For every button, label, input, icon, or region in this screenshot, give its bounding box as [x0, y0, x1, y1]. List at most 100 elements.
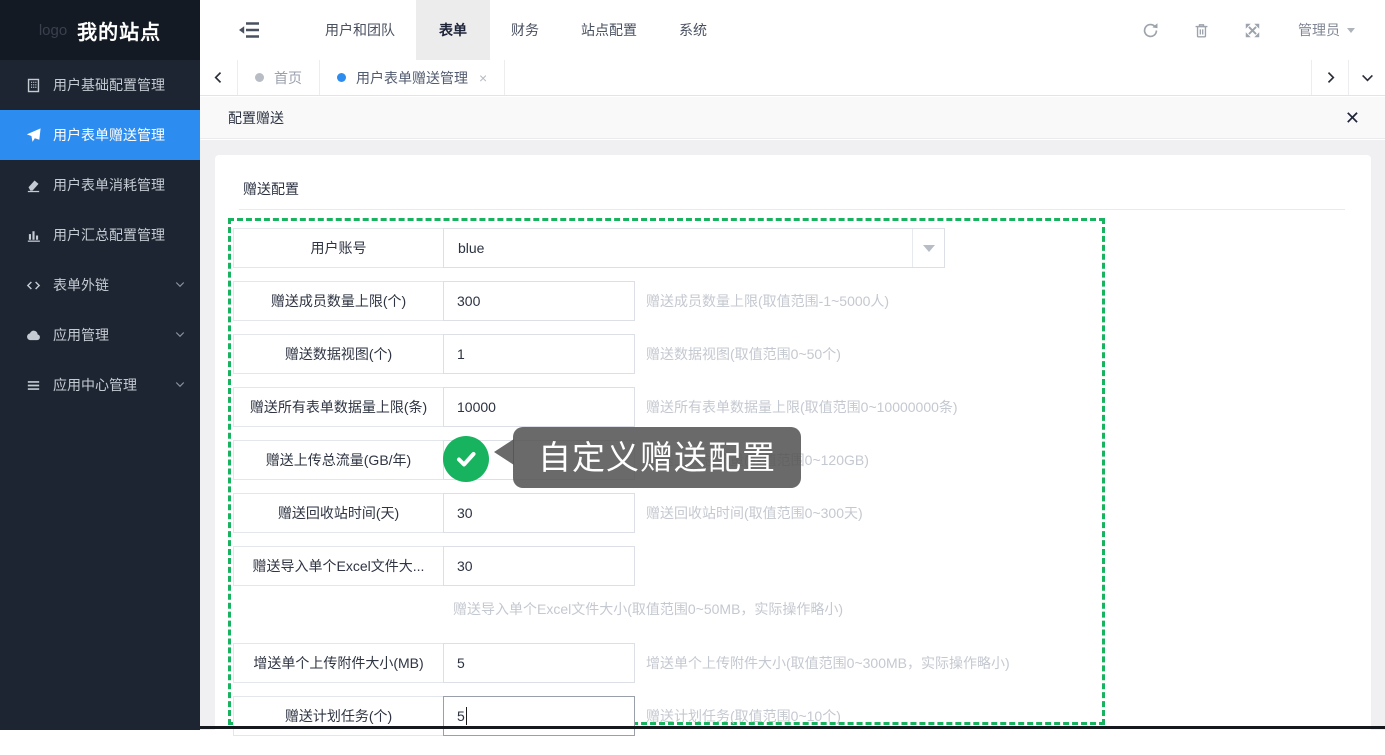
menu-fold-icon[interactable] [238, 18, 262, 42]
panel-title: 赠送配置 [215, 155, 1371, 209]
chevron-down-icon [174, 277, 186, 293]
sidebar-item-2[interactable]: 用户表单赠送管理 [0, 110, 200, 160]
form-row-hint: 赠送所有表单数据量上限(取值范围0~10000000条) [646, 397, 958, 417]
viewport-bottom-edge [200, 726, 1385, 729]
sidebar-item-6[interactable]: 应用管理 [0, 310, 200, 360]
user-account-select[interactable]: blue [443, 228, 945, 268]
sidebar-item-7[interactable]: 应用中心管理 [0, 360, 200, 410]
form-row-6: 赠送回收站时间(天) 赠送回收站时间(取值范围0~300天) [233, 493, 1102, 533]
logo: logo [39, 22, 67, 39]
form-row-input[interactable] [443, 546, 635, 586]
refresh-icon[interactable] [1141, 21, 1160, 40]
list-icon [24, 376, 42, 394]
form-row-hint: 赠送数据视图(取值范围0~50个) [646, 344, 841, 364]
topnav-item-1[interactable]: 用户和团队 [304, 0, 416, 60]
brand-header: logo 我的站点 [0, 0, 200, 60]
form-row-input[interactable] [443, 334, 635, 374]
topnav-item-3[interactable]: 财务 [490, 0, 560, 60]
trash-icon[interactable] [1192, 21, 1211, 40]
top-navbar: 用户和团队表单财务站点配置系统 管理员 [200, 0, 1385, 60]
site-title: 我的站点 [77, 16, 161, 45]
topnav-item-2[interactable]: 表单 [416, 0, 490, 60]
divider [239, 209, 1345, 210]
tabbar-right [1311, 60, 1385, 95]
tooltip-arrow [494, 439, 514, 465]
tab-label: 用户表单赠送管理 [356, 68, 468, 88]
form-row-2: 赠送成员数量上限(个) 赠送成员数量上限(取值范围-1~5000人) [233, 281, 1102, 321]
form-row-label: 赠送导入单个Excel文件大... [233, 546, 443, 586]
sidebar-item-label: 应用管理 [53, 325, 109, 345]
tab-2[interactable]: 用户表单赠送管理 × [320, 60, 505, 95]
building-icon [24, 76, 42, 94]
form-row-label: 增送单个上传附件大小(MB) [233, 643, 443, 683]
tab-1[interactable]: 首页 [238, 60, 320, 95]
form-row-label: 赠送所有表单数据量上限(条) [233, 387, 443, 427]
bar-chart-icon [24, 226, 42, 244]
sidebar-item-label: 用户基础配置管理 [53, 75, 165, 95]
sidebar: 用户基础配置管理用户表单赠送管理用户表单消耗管理用户汇总配置管理表单外链应用管理… [0, 60, 200, 730]
form-row-input[interactable] [443, 696, 635, 736]
form-row-label: 赠送回收站时间(天) [233, 493, 443, 533]
topnav-items: 用户和团队表单财务站点配置系统 [304, 0, 728, 60]
page-title-bar: 配置赠送 ✕ [200, 97, 1385, 139]
paper-plane-icon [24, 126, 42, 144]
open-tabs: 首页 用户表单赠送管理 × [238, 60, 505, 95]
form-row-hint: 赠送成员数量上限(取值范围-1~5000人) [646, 291, 889, 311]
form-row-hint: 赠送计划任务(取值范围0~10个) [646, 706, 841, 726]
tab-status-dot [255, 73, 264, 82]
user-name: 管理员 [1298, 20, 1340, 40]
form-row-input[interactable] [443, 493, 635, 533]
eraser-icon [24, 176, 42, 194]
form-row-label: 赠送成员数量上限(个) [233, 281, 443, 321]
form-row-1: 用户账号blue [233, 228, 1102, 268]
tab-status-dot [337, 73, 346, 82]
chevron-down-icon [174, 377, 186, 393]
sidebar-item-label: 用户表单赠送管理 [53, 125, 165, 145]
sidebar-item-label: 表单外链 [53, 275, 109, 295]
tabs-scroll-left-icon[interactable] [200, 60, 238, 95]
chevron-down-icon[interactable] [912, 229, 944, 267]
form-row-9: 赠送计划任务(个) 赠送计划任务(取值范围0~10个) [233, 696, 1102, 736]
form-row-7: 赠送导入单个Excel文件大... [233, 546, 1102, 586]
form-row-hint: 赠送导入单个Excel文件大小(取值范围0~50MB，实际操作略小) [453, 599, 1102, 619]
form-row-label: 赠送计划任务(个) [233, 696, 443, 736]
form-row-label: 赠送上传总流量(GB/年) [233, 440, 443, 480]
form-row-8: 增送单个上传附件大小(MB) 增送单个上传附件大小(取值范围0~300MB，实际操… [233, 643, 1102, 683]
form-row-4: 赠送所有表单数据量上限(条) 赠送所有表单数据量上限(取值范围0~10000000… [233, 387, 1102, 427]
form-row-hint: 增送单个上传附件大小(取值范围0~300MB，实际操作略小) [646, 653, 1010, 673]
tab-label: 首页 [274, 68, 302, 88]
cloud-icon [24, 326, 42, 344]
tabs-menu-chevron-icon[interactable] [1348, 60, 1385, 95]
sidebar-item-1[interactable]: 用户基础配置管理 [0, 60, 200, 110]
caret-down-icon [1347, 28, 1355, 33]
close-icon[interactable]: ✕ [1345, 109, 1360, 127]
chevron-down-icon [174, 327, 186, 343]
select-value: blue [444, 240, 912, 256]
sidebar-item-5[interactable]: 表单外链 [0, 260, 200, 310]
form-row-3: 赠送数据视图(个) 赠送数据视图(取值范围0~50个) [233, 334, 1102, 374]
check-circle-icon [443, 436, 489, 482]
topnav-item-4[interactable]: 站点配置 [560, 0, 658, 60]
tour-tooltip: 自定义赠送配置 [513, 427, 801, 488]
user-menu[interactable]: 管理员 [1298, 20, 1355, 40]
sidebar-item-label: 用户表单消耗管理 [53, 175, 165, 195]
code-icon [24, 276, 42, 294]
sidebar-item-4[interactable]: 用户汇总配置管理 [0, 210, 200, 260]
sidebar-item-label: 应用中心管理 [53, 375, 137, 395]
form-row-label: 赠送数据视图(个) [233, 334, 443, 374]
form-row-label: 用户账号 [233, 228, 443, 268]
tab-bar: 首页 用户表单赠送管理 × [200, 60, 1385, 96]
tabs-scroll-right-icon[interactable] [1311, 60, 1348, 95]
form-row-input[interactable] [443, 281, 635, 321]
tab-close-icon[interactable]: × [479, 71, 487, 85]
text-caret [466, 707, 467, 725]
fullscreen-icon[interactable] [1243, 21, 1262, 40]
form-row-hint: 赠送回收站时间(取值范围0~300天) [646, 503, 863, 523]
form-row-input[interactable] [443, 387, 635, 427]
sidebar-item-3[interactable]: 用户表单消耗管理 [0, 160, 200, 210]
page-title: 配置赠送 [228, 108, 284, 128]
sidebar-item-label: 用户汇总配置管理 [53, 225, 165, 245]
topnav-actions: 管理员 [1125, 20, 1355, 40]
topnav-item-5[interactable]: 系统 [658, 0, 728, 60]
form-row-input[interactable] [443, 643, 635, 683]
